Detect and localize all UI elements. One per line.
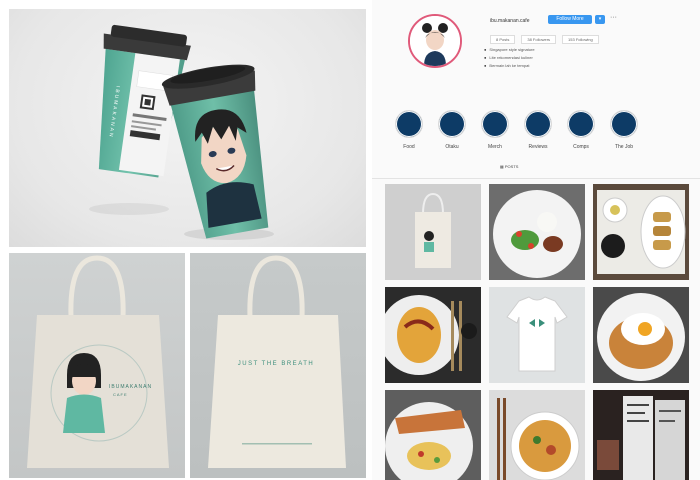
highlight-circle-icon <box>610 110 638 138</box>
highlight-food[interactable]: Food <box>394 110 424 150</box>
username: ibu.makanan.cafe <box>490 18 530 24</box>
post-thumbnail[interactable] <box>593 390 689 480</box>
post-food-image <box>385 287 481 383</box>
post-tshirt-image <box>489 287 585 383</box>
stat-posts[interactable]: 8 Posts <box>490 35 516 44</box>
stat-followers[interactable]: 38 Followers <box>521 35 557 44</box>
highlight-circle-icon <box>524 110 552 138</box>
svg-text:IBUMAKANAN: IBUMAKANAN <box>109 384 152 390</box>
cups-mockup: IBUMAKANAN <box>9 9 366 247</box>
stat-following[interactable]: 153 Following <box>562 35 599 44</box>
tab-posts[interactable]: ▦ POSTS <box>500 164 518 169</box>
bio-line: Singapore style signature <box>484 46 534 54</box>
post-thumbnail[interactable] <box>489 184 585 280</box>
post-thumbnail[interactable] <box>489 390 585 480</box>
highlight-circle-icon <box>395 110 423 138</box>
follow-dropdown-button[interactable]: ▾ <box>595 15 605 24</box>
tote-bag-mockup-2: JUST THE BREATH <box>190 253 366 478</box>
posts-grid <box>385 184 689 480</box>
highlight-label: Reviews <box>528 144 548 150</box>
avatar[interactable] <box>408 14 462 68</box>
tote-bag-character-illustration: IBUMAKANAN CAFE <box>27 255 169 468</box>
highlight-circle-icon <box>567 110 595 138</box>
story-highlights: Food Otaku Merch Reviews Comps The Job <box>394 110 639 150</box>
post-food-image <box>385 390 481 480</box>
svg-text:CAFE: CAFE <box>113 392 128 397</box>
highlight-label: The Job <box>614 144 634 150</box>
highlight-otaku[interactable]: Otaku <box>437 110 467 150</box>
profile-stats: 8 Posts 38 Followers 153 Following <box>490 35 599 44</box>
post-thumbnail[interactable] <box>593 184 689 280</box>
profile-page: ibu.makanan.cafe Follow More ▾ ··· 8 Pos… <box>372 0 700 480</box>
highlight-label: Merch <box>488 144 502 150</box>
post-food-image <box>489 390 585 480</box>
post-food-image <box>593 184 689 280</box>
bio-line: Lite rekomendasi kuliner <box>484 54 535 62</box>
highlight-label: Food <box>403 144 415 150</box>
highlight-comps[interactable]: Comps <box>566 110 596 150</box>
highlight-reviews[interactable]: Reviews <box>523 110 553 150</box>
highlight-merch[interactable]: Merch <box>480 110 510 150</box>
tab-divider <box>372 178 700 179</box>
post-thumbnail[interactable] <box>385 390 481 480</box>
more-options-icon[interactable]: ··· <box>610 14 617 21</box>
post-thumbnail[interactable] <box>489 287 585 383</box>
post-thumbnail[interactable] <box>385 287 481 383</box>
post-tote-image <box>385 184 481 280</box>
post-food-image <box>593 287 689 383</box>
highlight-the-job[interactable]: The Job <box>609 110 639 150</box>
avatar-character-icon <box>410 16 460 66</box>
post-thumbnail[interactable] <box>593 287 689 383</box>
post-thumbnail[interactable] <box>385 184 481 280</box>
tote-bag-text-illustration: JUST THE BREATH <box>208 255 346 468</box>
highlight-label: Otaku <box>445 144 459 150</box>
highlight-circle-icon <box>481 110 509 138</box>
follow-button[interactable]: Follow More <box>548 15 592 24</box>
post-photo-image <box>593 390 689 480</box>
profile-bio: Singapore style signature Lite rekomenda… <box>484 46 535 70</box>
highlight-circle-icon <box>438 110 466 138</box>
post-food-image <box>489 184 585 280</box>
tote-bag-mockup-1: IBUMAKANAN CAFE <box>9 253 185 478</box>
highlight-label: Comps <box>573 144 589 150</box>
tote-text: JUST THE BREATH <box>238 361 315 367</box>
bio-line: Bermain lah ke tempat <box>484 62 535 70</box>
cups-illustration: IBUMAKANAN <box>89 24 274 240</box>
